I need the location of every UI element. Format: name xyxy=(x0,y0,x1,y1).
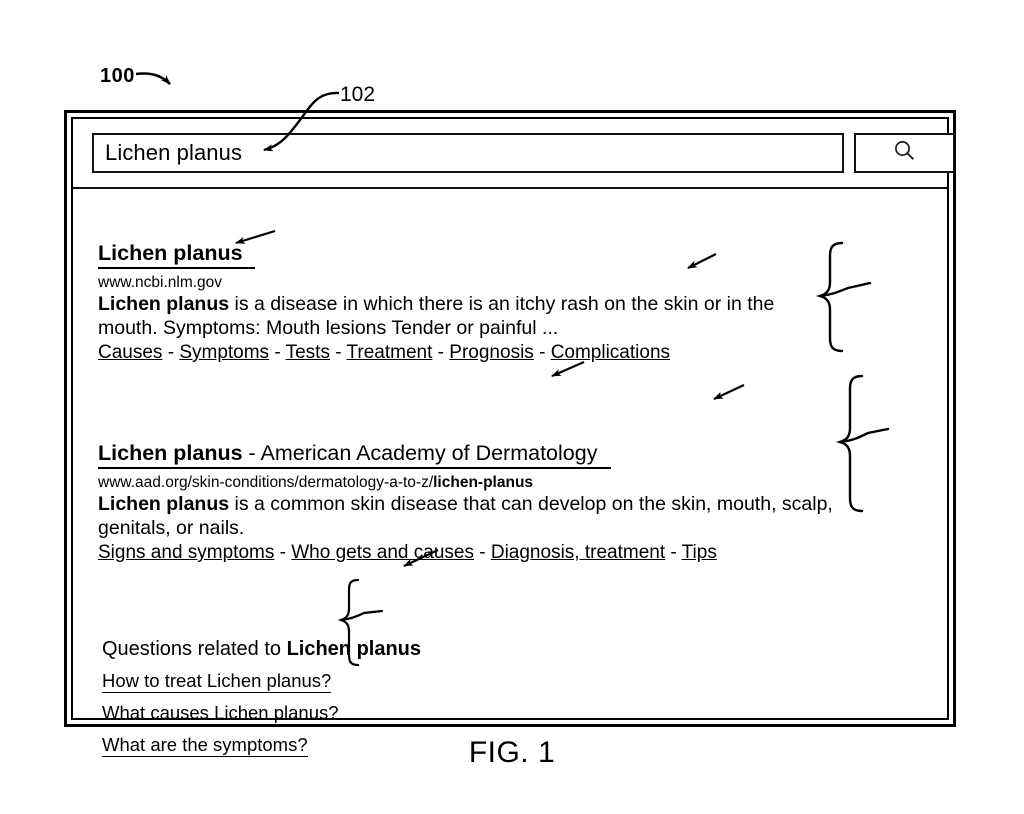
search-input-value: Lichen planus xyxy=(105,140,243,165)
result-title-strong: Lichen planus xyxy=(98,241,243,265)
search-input[interactable]: Lichen planus xyxy=(92,133,844,173)
sitelink-separator: - xyxy=(162,342,180,363)
result-sitelinks: Causes - Symptoms - Tests - Treatment - … xyxy=(98,341,798,365)
result-sitelinks: Signs and symptoms - Who gets and causes… xyxy=(98,541,834,565)
sitelink-separator: - xyxy=(329,342,347,363)
sitelink[interactable]: Diagnosis, treatment xyxy=(491,542,665,563)
sitelink[interactable]: Signs and symptoms xyxy=(98,542,274,563)
related-questions-heading-text: Questions related to xyxy=(102,638,287,660)
result-title-link[interactable]: Lichen planus - American Academy of Derm… xyxy=(98,440,612,469)
sitelink[interactable]: Causes xyxy=(98,342,162,363)
result-url-plain: www.ncbi.nlm.gov xyxy=(98,274,223,291)
sitelink[interactable]: Tests xyxy=(286,342,330,363)
sitelink-separator: - xyxy=(665,542,682,563)
search-results-list: Lichen planus www.ncbi.nlm.gov Lichen pl… xyxy=(73,189,947,757)
result-title-link[interactable]: Lichen planus xyxy=(98,240,255,269)
sitelink-separator: - xyxy=(269,342,286,363)
question-row: How to treat Lichen planus? xyxy=(102,661,462,693)
result-snippet-keyword: Lichen planus xyxy=(98,293,230,315)
leader-100 xyxy=(135,72,171,85)
sitelink[interactable]: Symptoms xyxy=(179,342,269,363)
related-question-link[interactable]: How to treat Lichen planus? xyxy=(102,670,332,693)
search-icon xyxy=(890,138,920,169)
sitelink-separator: - xyxy=(533,342,551,363)
related-questions-heading: Questions related to Lichen planus xyxy=(102,637,462,661)
sitelink[interactable]: Prognosis xyxy=(449,342,534,363)
result-url-plain: www.aad.org/skin-conditions/dermatology-… xyxy=(98,474,434,491)
result-title-rest: - American Academy of Dermatology xyxy=(242,441,598,465)
sitelink-separator: - xyxy=(432,342,450,363)
search-result-item: Lichen planus - American Academy of Derm… xyxy=(98,440,834,565)
search-toolbar: Lichen planus xyxy=(73,119,955,189)
search-result-item: Lichen planus www.ncbi.nlm.gov Lichen pl… xyxy=(98,240,798,365)
related-questions-heading-query: Lichen planus xyxy=(286,638,422,660)
ref-numeral-100: 100 xyxy=(100,65,135,87)
result-url: www.ncbi.nlm.gov xyxy=(98,273,798,292)
browser-window: Lichen planus Lichen planus www.ncbi.nlm… xyxy=(64,110,956,757)
figure-caption: FIG. 1 xyxy=(468,736,556,769)
browser-window-inner-frame: Lichen planus Lichen planus www.ncbi.nlm… xyxy=(71,117,955,757)
question-row: What causes Lichen planus? xyxy=(102,693,462,725)
search-button[interactable] xyxy=(854,133,955,173)
ref-numeral-102: 102 xyxy=(340,83,376,106)
result-snippet: Lichen planus is a disease in which ther… xyxy=(98,293,798,340)
result-title-strong: Lichen planus xyxy=(98,441,243,465)
result-url-bold: lichen-planus xyxy=(433,474,534,491)
result-snippet: Lichen planus is a common skin disease t… xyxy=(98,493,834,540)
sitelink[interactable]: Who gets and causes xyxy=(291,542,474,563)
result-url: www.aad.org/skin-conditions/dermatology-… xyxy=(98,473,834,492)
sitelink-separator: - xyxy=(274,542,292,563)
sitelink-separator: - xyxy=(473,542,491,563)
sitelink[interactable]: Treatment xyxy=(347,342,433,363)
result-snippet-keyword: Lichen planus xyxy=(98,493,230,515)
sitelink[interactable]: Tips xyxy=(682,542,717,563)
sitelink[interactable]: Complications xyxy=(551,342,670,363)
patent-figure: 100 102 110 112 104 120 122 106 130 108 … xyxy=(0,0,1024,814)
related-question-link[interactable]: What causes Lichen planus? xyxy=(102,702,339,725)
